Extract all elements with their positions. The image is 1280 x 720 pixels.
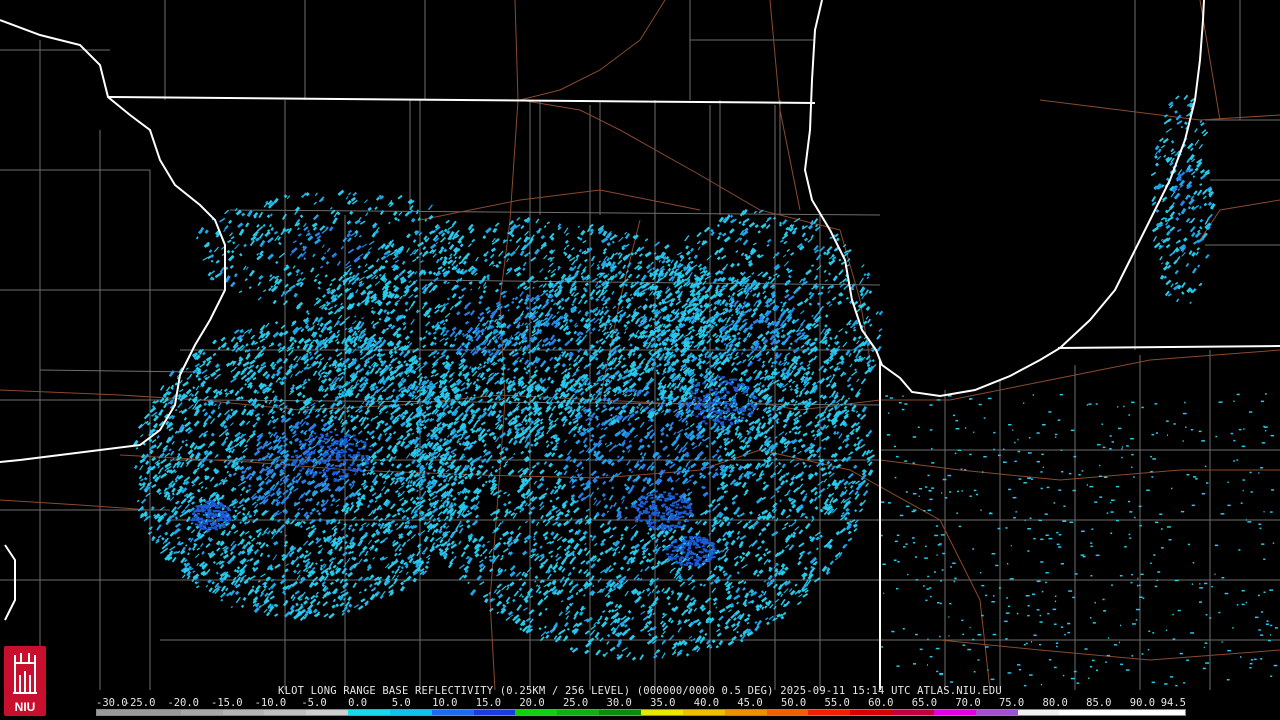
radar-map — [0, 0, 1280, 690]
map-background — [0, 0, 1280, 690]
